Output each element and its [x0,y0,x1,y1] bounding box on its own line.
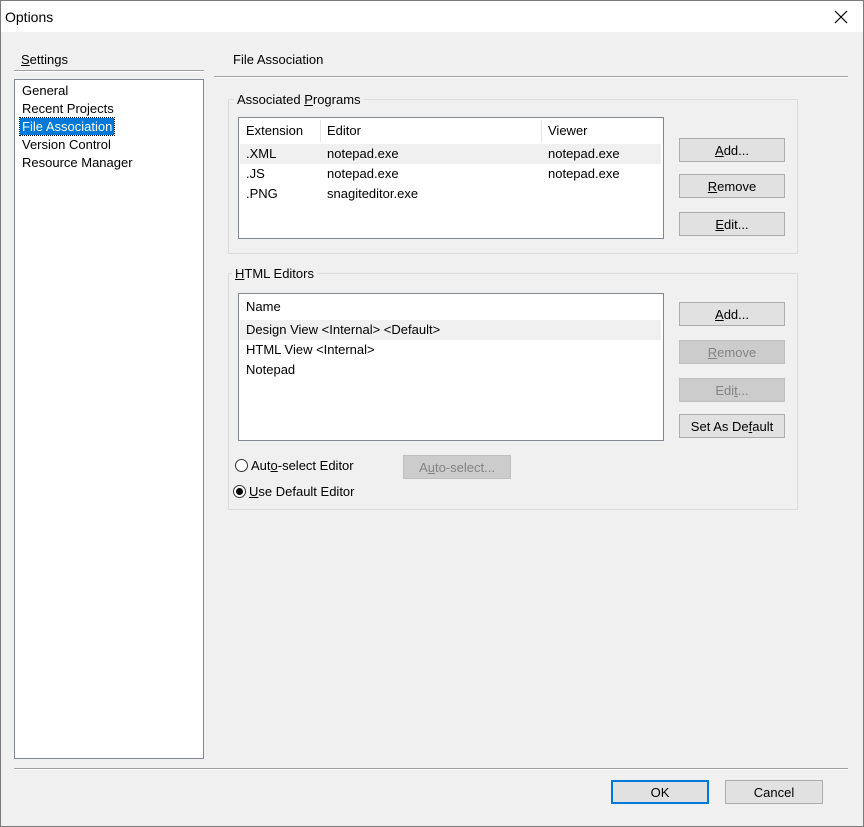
settings-item-resource-manager[interactable]: Resource Manager [20,154,135,171]
settings-label: Settings [21,52,68,67]
list-item[interactable]: HTML View <Internal> [240,340,661,360]
add-editor-button[interactable]: Add... [679,302,785,326]
title-bar: Options [1,1,863,32]
cell-viewer: notepad.exe [548,166,620,181]
settings-item-file-association[interactable]: File Association [18,117,116,136]
edit-editor-button[interactable]: Edi t... [679,378,785,402]
settings-item-version-control[interactable]: Version Control [20,136,113,153]
list-item[interactable]: Notepad [240,360,661,380]
list-item[interactable]: Design View <Internal> <Default> [240,320,661,340]
table-row[interactable]: .PNG snagiteditor.exe [240,184,661,204]
cell-extension: .XML [246,146,277,161]
cell-editor: notepad.exe [327,146,399,161]
remove-editor-button[interactable]: Remove [679,340,785,364]
associated-programs-label: Associated Programs [234,92,364,107]
use-default-editor-option[interactable]: Use Default Editor [233,484,355,499]
table-row[interactable]: .XML notepad.exe notepad.exe [240,144,661,164]
add-program-button[interactable]: Add... [679,138,785,162]
column-header-name[interactable]: Name [239,294,661,320]
settings-divider [14,70,204,72]
window-title: Options [5,9,54,25]
cell-viewer: notepad.exe [548,146,620,161]
editor-name: Notepad [246,362,296,377]
use-default-radio[interactable] [233,485,246,498]
cell-extension: .PNG [246,186,278,201]
set-as-default-button[interactable]: Set As De f ault [679,414,785,438]
remove-program-button[interactable]: Remove [679,174,785,198]
column-header-editor[interactable]: Editor [320,118,541,144]
cell-extension: .JS [246,166,265,181]
auto-select-editor-option[interactable]: Auto-select Editor [235,458,354,473]
associated-programs-list[interactable]: Extension Editor Viewer .XML notepad.exe… [238,117,664,239]
close-button[interactable] [819,1,863,32]
cell-editor: notepad.exe [327,166,399,181]
settings-item-recent-projects[interactable]: Recent Projects [20,100,116,117]
editor-name: HTML View <Internal> [246,342,375,357]
footer-divider [14,768,848,770]
settings-item-general[interactable]: General [20,82,70,99]
html-editors-list[interactable]: Name Design View <Internal> <Default> HT… [238,293,664,441]
column-header-extension[interactable]: Extension [239,118,320,144]
settings-tree[interactable]: General Recent Projects File Association… [14,79,204,759]
column-header-viewer[interactable]: Viewer [541,118,661,144]
radio-selected-dot [236,488,243,495]
ok-button[interactable]: OK [611,780,709,804]
options-dialog: Options Settings General Recent Projects… [0,0,864,827]
use-default-label: Use Default Editor [249,484,355,499]
editor-name: Design View <Internal> <Default> [246,322,441,337]
cell-editor: snagiteditor.exe [327,186,419,201]
html-editors-label: HTML Editors [232,266,317,281]
close-icon [834,10,848,23]
panel-divider [214,76,848,78]
auto-select-button[interactable]: Au to-select... [403,455,511,479]
panel-title: File Association [233,52,324,67]
auto-select-radio[interactable] [235,459,248,472]
cancel-button[interactable]: Cancel [725,780,823,804]
table-row[interactable]: .JS notepad.exe notepad.exe [240,164,661,184]
edit-program-button[interactable]: Edit... [679,212,785,236]
auto-select-label: Auto-select Editor [251,458,354,473]
